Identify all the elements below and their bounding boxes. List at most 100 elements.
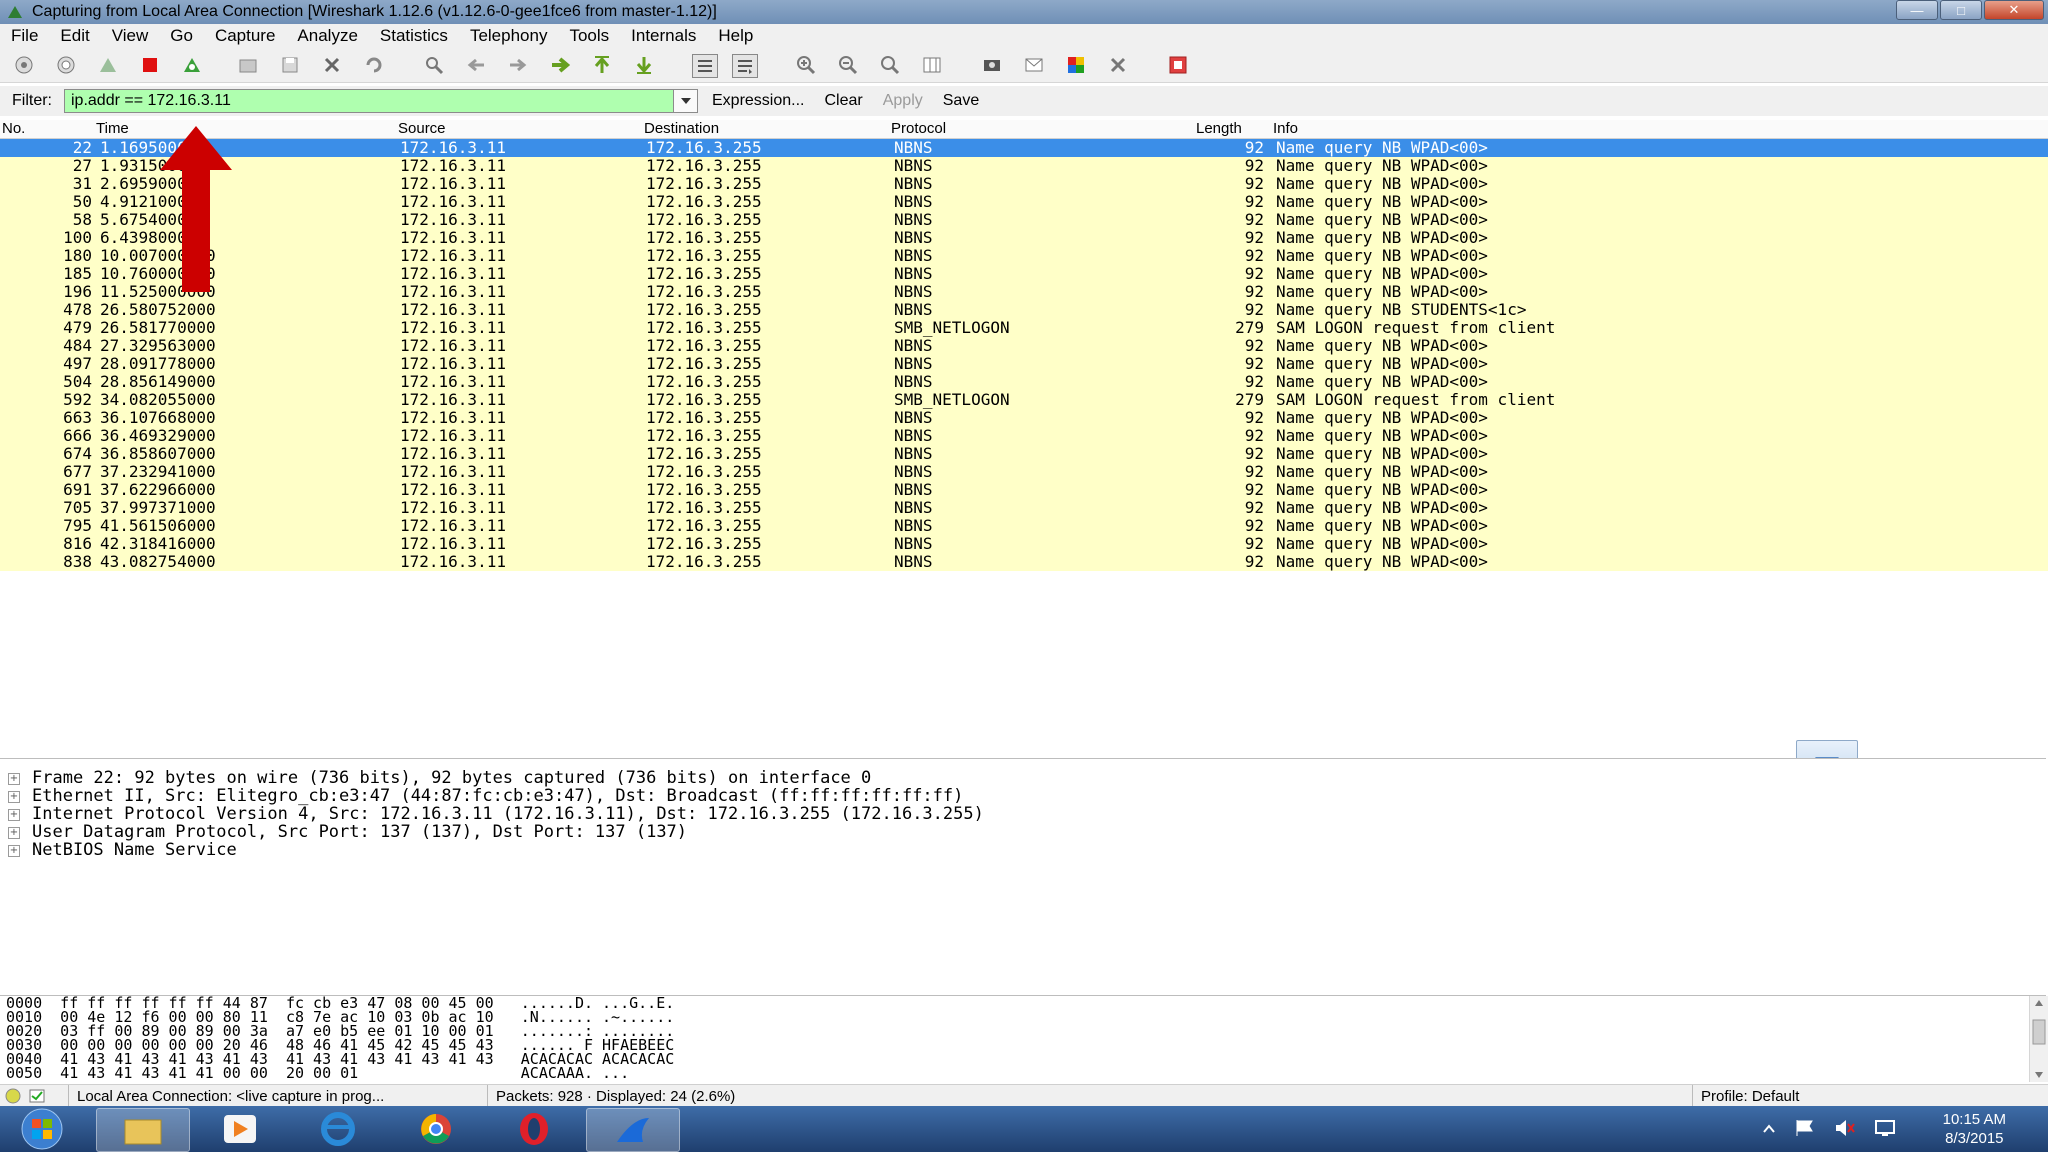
menu-analyze[interactable]: Analyze — [286, 26, 368, 46]
interfaces-icon[interactable] — [12, 54, 36, 76]
packet-row[interactable]: 816 42.318416000 172.16.3.11 172.16.3.255 NB… — [0, 535, 2048, 553]
clear-button[interactable]: Clear — [824, 92, 862, 110]
column-header-destination[interactable]: Destination — [644, 120, 719, 138]
go-first-icon[interactable] — [590, 54, 614, 76]
menu-tools[interactable]: Tools — [558, 26, 620, 46]
menu-file[interactable]: File — [0, 26, 49, 46]
options-icon[interactable] — [54, 54, 78, 76]
taskbar-internet-explorer[interactable] — [292, 1108, 384, 1150]
packet-row[interactable]: 674 36.858607000 172.16.3.11 172.16.3.255 NB… — [0, 445, 2048, 463]
packet-row[interactable]: 838 43.082754000 172.16.3.11 172.16.3.255 NB… — [0, 553, 2048, 571]
packet-row[interactable]: 31 2.695900000 172.16.3.11 172.16.3.255 NBNS… — [0, 175, 2048, 193]
close-file-icon[interactable] — [320, 54, 344, 76]
close-button[interactable]: ✕ — [1984, 0, 2044, 20]
taskbar-wireshark[interactable] — [586, 1108, 680, 1152]
capture-comment-icon[interactable] — [28, 1087, 46, 1105]
packet-row[interactable]: 691 37.622966000 172.16.3.11 172.16.3.255 NB… — [0, 481, 2048, 499]
packet-row[interactable]: 478 26.580752000 172.16.3.11 172.16.3.255 NB… — [0, 301, 2048, 319]
go-back-icon[interactable] — [464, 54, 488, 76]
minimize-button[interactable]: — — [1896, 0, 1938, 20]
packet-row[interactable]: 58 5.675400000 172.16.3.11 172.16.3.255 NBNS… — [0, 211, 2048, 229]
apply-button[interactable]: Apply — [883, 92, 923, 110]
go-last-icon[interactable] — [632, 54, 656, 76]
packet-row[interactable]: 795 41.561506000 172.16.3.11 172.16.3.255 NB… — [0, 517, 2048, 535]
menu-telephony[interactable]: Telephony — [459, 26, 559, 46]
volume-muted-icon[interactable] — [1834, 1118, 1856, 1138]
taskbar-chrome[interactable] — [390, 1108, 482, 1150]
reload-icon[interactable] — [362, 54, 386, 76]
expand-icon[interactable]: + — [8, 809, 20, 821]
start-capture-icon[interactable] — [96, 54, 120, 76]
packet-row[interactable]: 666 36.469329000 172.16.3.11 172.16.3.255 NB… — [0, 427, 2048, 445]
packet-row[interactable]: 22 1.169500000 172.16.3.11 172.16.3.255 NBNS… — [0, 139, 2048, 157]
go-to-packet-icon[interactable] — [548, 54, 572, 76]
column-header-protocol[interactable]: Protocol — [891, 120, 946, 138]
zoom-out-icon[interactable] — [836, 54, 860, 76]
restart-capture-icon[interactable] — [180, 54, 204, 76]
packet-row[interactable]: 504 28.856149000 172.16.3.11 172.16.3.255 NB… — [0, 373, 2048, 391]
show-hidden-icons-icon[interactable] — [1762, 1118, 1776, 1138]
save-filter-button[interactable]: Save — [943, 92, 979, 110]
taskbar-opera[interactable] — [488, 1108, 580, 1150]
detail-row[interactable]: + NetBIOS Name Service — [0, 841, 2046, 859]
start-button[interactable] — [0, 1108, 84, 1150]
column-header-info[interactable]: Info — [1273, 120, 1298, 138]
packet-row[interactable]: 677 37.232941000 172.16.3.11 172.16.3.255 NB… — [0, 463, 2048, 481]
packet-row[interactable]: 592 34.082055000 172.16.3.11 172.16.3.255 SM… — [0, 391, 2048, 409]
packet-row[interactable]: 185 10.760000000 172.16.3.11 172.16.3.255 NB… — [0, 265, 2048, 283]
packet-row[interactable]: 50 4.912100000 172.16.3.11 172.16.3.255 NBNS… — [0, 193, 2048, 211]
resize-columns-icon[interactable] — [920, 54, 944, 76]
menu-capture[interactable]: Capture — [204, 26, 286, 46]
auto-scroll-icon[interactable] — [732, 54, 758, 78]
packet-row[interactable]: 484 27.329563000 172.16.3.11 172.16.3.255 NB… — [0, 337, 2048, 355]
open-file-icon[interactable] — [236, 54, 260, 76]
menu-go[interactable]: Go — [159, 26, 204, 46]
maximize-button[interactable]: □ — [1940, 0, 1982, 20]
packet-row[interactable]: 479 26.581770000 172.16.3.11 172.16.3.255 SM… — [0, 319, 2048, 337]
expand-icon[interactable]: + — [8, 845, 20, 857]
filter-input[interactable] — [64, 89, 674, 113]
expand-icon[interactable]: + — [8, 773, 20, 785]
taskbar-media-player[interactable] — [194, 1108, 286, 1150]
action-center-flag-icon[interactable] — [1794, 1118, 1816, 1138]
menu-view[interactable]: View — [101, 26, 160, 46]
column-header-source[interactable]: Source — [398, 120, 446, 138]
column-header-no[interactable]: No. — [2, 120, 25, 138]
capture-filters-icon[interactable] — [980, 54, 1004, 76]
expression-button[interactable]: Expression... — [712, 92, 804, 110]
detail-row[interactable]: + User Datagram Protocol, Src Port: 137 (… — [0, 823, 2046, 841]
colorize-icon[interactable] — [692, 54, 718, 78]
column-header-time[interactable]: Time — [96, 120, 129, 138]
menu-internals[interactable]: Internals — [620, 26, 707, 46]
stop-capture-icon[interactable] — [138, 54, 162, 76]
packet-row[interactable]: 180 10.007000000 172.16.3.11 172.16.3.255 NB… — [0, 247, 2048, 265]
menu-help[interactable]: Help — [707, 26, 764, 46]
menu-statistics[interactable]: Statistics — [369, 26, 459, 46]
find-packet-icon[interactable] — [422, 54, 446, 76]
packet-row[interactable]: 663 36.107668000 172.16.3.11 172.16.3.255 NB… — [0, 409, 2048, 427]
save-file-icon[interactable] — [278, 54, 302, 76]
network-icon[interactable] — [1874, 1118, 1896, 1138]
display-filters-icon[interactable] — [1022, 54, 1046, 76]
help-icon[interactable] — [1166, 54, 1190, 76]
detail-row[interactable]: + Frame 22: 92 bytes on wire (736 bits), … — [0, 769, 2046, 787]
coloring-rules-icon[interactable] — [1064, 54, 1088, 76]
system-clock[interactable]: 10:15 AM 8/3/2015 — [1943, 1110, 2006, 1148]
menu-edit[interactable]: Edit — [49, 26, 100, 46]
column-header-length[interactable]: Length — [1196, 120, 1242, 138]
packet-row[interactable]: 497 28.091778000 172.16.3.11 172.16.3.255 NB… — [0, 355, 2048, 373]
normal-size-icon[interactable] — [878, 54, 902, 76]
packet-row[interactable]: 100 6.439800000 172.16.3.11 172.16.3.255 NBN… — [0, 229, 2048, 247]
go-forward-icon[interactable] — [506, 54, 530, 76]
detail-row[interactable]: + Internet Protocol Version 4, Src: 172.1… — [0, 805, 2046, 823]
packet-row[interactable]: 705 37.997371000 172.16.3.11 172.16.3.255 NB… — [0, 499, 2048, 517]
status-profile[interactable]: Profile: Default — [1693, 1085, 1807, 1107]
detail-row[interactable]: + Ethernet II, Src: Elitegro_cb:e3:47 (44… — [0, 787, 2046, 805]
expand-icon[interactable]: + — [8, 827, 20, 839]
packet-row[interactable]: 27 1.931500000 172.16.3.11 172.16.3.255 NBNS… — [0, 157, 2048, 175]
filter-dropdown-button[interactable] — [674, 89, 698, 113]
expand-icon[interactable]: + — [8, 791, 20, 803]
zoom-in-icon[interactable] — [794, 54, 818, 76]
bytes-scrollbar[interactable] — [2029, 996, 2048, 1082]
taskbar-explorer[interactable] — [96, 1108, 190, 1152]
